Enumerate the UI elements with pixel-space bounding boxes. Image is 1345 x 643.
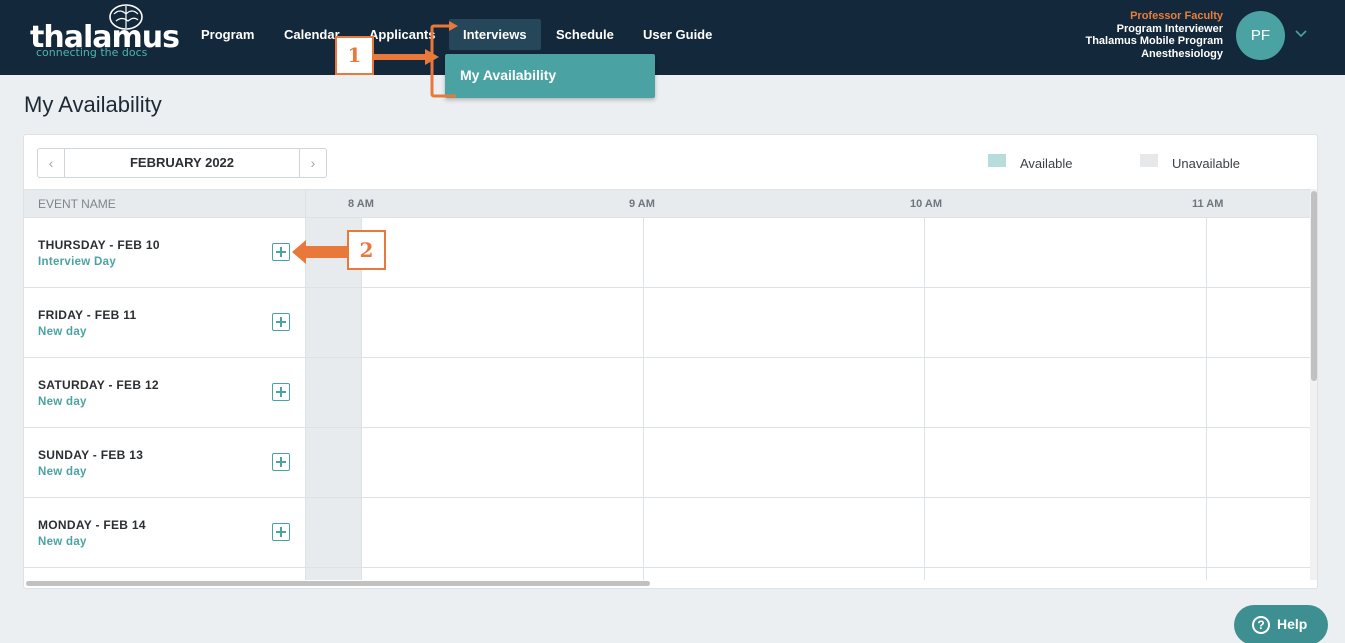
table-row: FRIDAY - FEB 11 New day xyxy=(24,288,1311,358)
time-header-11am: 11 AM xyxy=(1192,198,1224,210)
row-event-label[interactable]: New day xyxy=(38,536,87,548)
header-divider xyxy=(305,190,306,219)
help-label: Help xyxy=(1277,616,1308,632)
row-day-label: FRIDAY - FEB 11 xyxy=(38,308,137,322)
chevron-down-icon[interactable] xyxy=(1294,26,1308,40)
add-slot-button[interactable] xyxy=(272,243,290,261)
chevron-right-icon[interactable]: › xyxy=(299,149,326,177)
user-program: Thalamus Mobile Program xyxy=(1085,35,1223,47)
horizontal-scrollbar-thumb[interactable] xyxy=(26,581,650,586)
month-navigator: ‹ FEBRUARY 2022 › xyxy=(37,148,327,178)
top-navigation-bar: thalamus connecting the docs Program Cal… xyxy=(0,0,1345,75)
time-header-8am: 8 AM xyxy=(348,198,374,210)
availability-card: ‹ FEBRUARY 2022 › Available Unavailable … xyxy=(23,134,1318,589)
row-day-label: SATURDAY - FEB 12 xyxy=(38,378,159,392)
nav-calendar[interactable]: Calendar xyxy=(284,19,340,50)
annotation-step-1: 1 xyxy=(335,36,374,75)
add-slot-button[interactable] xyxy=(272,523,290,541)
nav-program[interactable]: Program xyxy=(201,19,254,50)
user-name: Professor Faculty xyxy=(1130,10,1223,22)
user-role: Program Interviewer xyxy=(1116,22,1223,35)
thalamus-logo[interactable]: thalamus connecting the docs xyxy=(30,4,180,62)
legend-available-label: Available xyxy=(1020,156,1073,171)
legend-unavailable-swatch xyxy=(1140,154,1158,167)
row-event-label[interactable]: Interview Day xyxy=(38,256,116,268)
menu-item-my-availability[interactable]: My Availability xyxy=(460,67,556,83)
row-day-label: SUNDAY - FEB 13 xyxy=(38,448,144,462)
row-day-label: MONDAY - FEB 14 xyxy=(38,518,146,532)
availability-grid: THURSDAY - FEB 10 Interview Day FRIDAY -… xyxy=(24,218,1311,580)
legend-available-swatch xyxy=(988,154,1006,167)
nav-schedule[interactable]: Schedule xyxy=(556,19,614,50)
month-label: FEBRUARY 2022 xyxy=(129,155,235,170)
row-event-label[interactable]: New day xyxy=(38,466,87,478)
add-slot-button[interactable] xyxy=(272,383,290,401)
time-header-9am: 9 AM xyxy=(629,198,655,210)
row-event-label[interactable]: New day xyxy=(38,396,87,408)
add-slot-button[interactable] xyxy=(272,453,290,471)
add-slot-button[interactable] xyxy=(272,313,290,331)
table-row: MONDAY - FEB 14 New day xyxy=(24,498,1311,568)
table-row: SUNDAY - FEB 13 New day xyxy=(24,428,1311,498)
nav-interviews[interactable]: Interviews xyxy=(449,19,541,50)
row-day-label: THURSDAY - FEB 10 xyxy=(38,238,160,252)
legend-unavailable-label: Unavailable xyxy=(1172,156,1240,171)
row-event-label[interactable]: New day xyxy=(38,326,87,338)
table-row: SATURDAY - FEB 12 New day xyxy=(24,358,1311,428)
annotation-arrow-1 xyxy=(374,21,458,98)
logo-tagline: connecting the docs xyxy=(36,46,148,59)
page-title: My Availability xyxy=(24,92,162,117)
time-header-10am: 10 AM xyxy=(910,198,942,210)
user-info[interactable]: Professor Faculty Program Interviewer Th… xyxy=(1085,10,1223,60)
annotation-arrow-2 xyxy=(292,240,352,264)
user-department: Anesthesiology xyxy=(1141,47,1223,60)
chevron-left-icon[interactable]: ‹ xyxy=(38,149,65,177)
vertical-scrollbar-thumb[interactable] xyxy=(1311,191,1317,381)
help-button[interactable]: ? Help xyxy=(1234,605,1328,643)
avatar[interactable]: PF xyxy=(1236,11,1285,60)
event-name-column-header: EVENT NAME xyxy=(38,197,116,211)
interviews-dropdown-menu: My Availability xyxy=(445,54,655,98)
grid-header: EVENT NAME 8 AM 9 AM 10 AM 11 AM xyxy=(24,189,1317,219)
nav-user-guide[interactable]: User Guide xyxy=(643,19,712,50)
annotation-step-2: 2 xyxy=(347,230,386,270)
table-row: THURSDAY - FEB 10 Interview Day xyxy=(24,218,1311,288)
question-circle-icon: ? xyxy=(1252,616,1270,634)
